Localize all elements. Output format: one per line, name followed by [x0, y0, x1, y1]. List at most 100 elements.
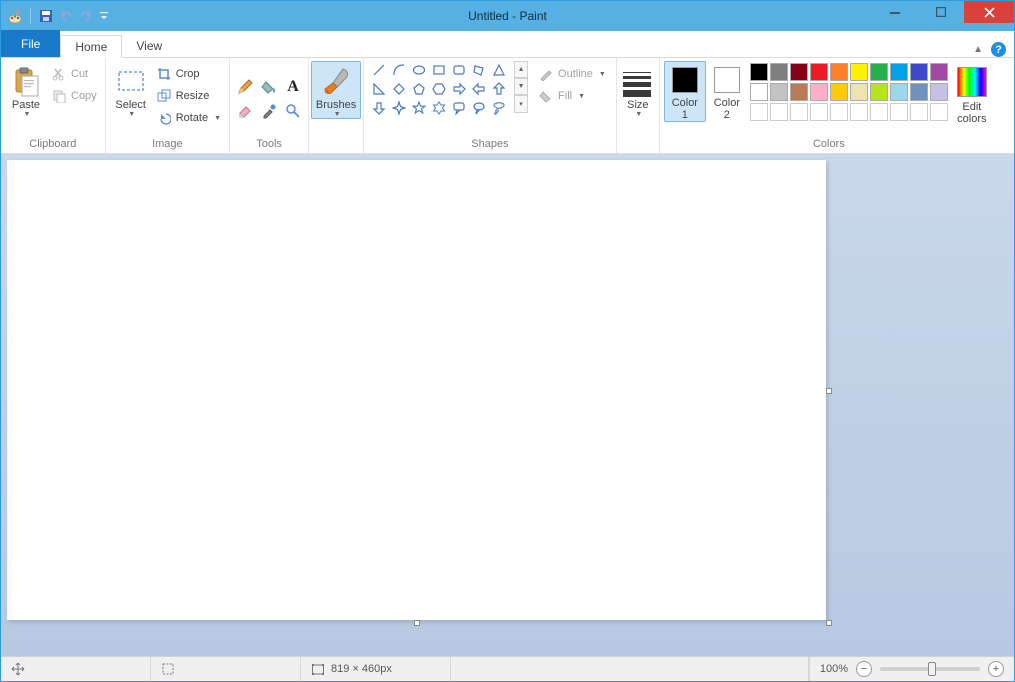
resize-button[interactable]: Resize [152, 85, 225, 107]
shape-down-arrow[interactable] [372, 101, 388, 117]
palette-swatch-14[interactable] [830, 83, 848, 101]
palette-swatch-26[interactable] [870, 103, 888, 121]
palette-swatch-27[interactable] [890, 103, 908, 121]
select-button[interactable]: Select ▼ [110, 61, 152, 119]
qat-customize[interactable] [98, 8, 110, 24]
shape-hexagon[interactable] [432, 82, 448, 98]
resize-handle-corner[interactable] [826, 620, 832, 626]
palette-swatch-10[interactable] [750, 83, 768, 101]
zoom-in-button[interactable]: + [988, 661, 1004, 677]
copy-button[interactable]: Copy [47, 85, 101, 107]
group-label: Tools [234, 136, 304, 153]
shape-cloud-callout[interactable] [492, 101, 508, 117]
zoom-out-button[interactable]: − [856, 661, 872, 677]
palette-swatch-19[interactable] [930, 83, 948, 101]
edit-colors-icon [957, 67, 987, 97]
color1-button[interactable]: Color 1 [664, 61, 706, 122]
undo-button[interactable] [58, 8, 74, 24]
resize-handle-bottom[interactable] [414, 620, 420, 626]
shape-fill-button[interactable]: Fill ▼ [534, 85, 610, 107]
palette-swatch-2[interactable] [790, 63, 808, 81]
palette-swatch-20[interactable] [750, 103, 768, 121]
shape-pentagon[interactable] [412, 82, 428, 98]
shape-outline-button[interactable]: Outline ▼ [534, 63, 610, 85]
edit-colors-button[interactable]: Edit colors [950, 61, 994, 126]
shape-rounded-callout[interactable] [452, 101, 468, 117]
color2-label: Color 2 [714, 97, 740, 121]
tab-view[interactable]: View [122, 34, 176, 57]
minimize-ribbon-button[interactable]: ▲ [973, 44, 983, 55]
color2-button[interactable]: Color 2 [706, 61, 748, 122]
minimize-button[interactable] [872, 1, 918, 23]
palette-swatch-24[interactable] [830, 103, 848, 121]
palette-swatch-16[interactable] [870, 83, 888, 101]
canvas[interactable] [7, 160, 826, 620]
palette-swatch-4[interactable] [830, 63, 848, 81]
palette-swatch-0[interactable] [750, 63, 768, 81]
save-button[interactable] [38, 8, 54, 24]
shapes-gallery[interactable] [368, 61, 512, 119]
shape-up-arrow[interactable] [492, 82, 508, 98]
palette-swatch-3[interactable] [810, 63, 828, 81]
shape-4star[interactable] [392, 101, 408, 117]
palette-swatch-17[interactable] [890, 83, 908, 101]
help-button[interactable]: ? [991, 42, 1006, 57]
palette-swatch-18[interactable] [910, 83, 928, 101]
palette-swatch-6[interactable] [870, 63, 888, 81]
palette-swatch-11[interactable] [770, 83, 788, 101]
shapes-scroll-up[interactable]: ▲ [514, 61, 528, 78]
palette-swatch-15[interactable] [850, 83, 868, 101]
palette-swatch-5[interactable] [850, 63, 868, 81]
palette-swatch-7[interactable] [890, 63, 908, 81]
shapes-scroll-down[interactable]: ▼ [514, 78, 528, 95]
shape-triangle[interactable] [492, 63, 508, 79]
tool-color-picker[interactable] [258, 100, 280, 122]
tool-magnifier[interactable] [282, 100, 304, 122]
palette-swatch-12[interactable] [790, 83, 808, 101]
crop-button[interactable]: Crop [152, 63, 225, 85]
tool-eraser[interactable] [234, 100, 256, 122]
shape-rectangle[interactable] [432, 63, 448, 79]
tab-home[interactable]: Home [60, 35, 122, 58]
palette-swatch-1[interactable] [770, 63, 788, 81]
size-button[interactable]: Size ▼ [619, 61, 657, 119]
redo-button[interactable] [78, 8, 94, 24]
shape-oval-callout[interactable] [472, 101, 488, 117]
resize-handle-right[interactable] [826, 388, 832, 394]
paste-button[interactable]: Paste ▼ [5, 61, 47, 119]
shape-right-triangle[interactable] [372, 82, 388, 98]
rotate-button[interactable]: Rotate ▼ [152, 107, 225, 129]
shape-line[interactable] [372, 63, 388, 79]
shape-5star[interactable] [412, 101, 428, 117]
shape-left-arrow[interactable] [472, 82, 488, 98]
palette-swatch-9[interactable] [930, 63, 948, 81]
canvas-area[interactable] [1, 154, 1014, 656]
close-button[interactable] [964, 1, 1014, 23]
palette-swatch-21[interactable] [770, 103, 788, 121]
tab-file[interactable]: File [1, 30, 60, 57]
brushes-button[interactable]: Brushes ▼ [311, 61, 361, 119]
shape-right-arrow[interactable] [452, 82, 468, 98]
shape-curve[interactable] [392, 63, 408, 79]
palette-swatch-23[interactable] [810, 103, 828, 121]
shape-polygon[interactable] [472, 63, 488, 79]
palette-swatch-22[interactable] [790, 103, 808, 121]
tool-fill[interactable] [258, 76, 280, 98]
tool-pencil[interactable] [234, 76, 256, 98]
shapes-expand[interactable]: ▾ [514, 95, 528, 113]
palette-swatch-8[interactable] [910, 63, 928, 81]
palette-swatch-28[interactable] [910, 103, 928, 121]
cut-button[interactable]: Cut [47, 63, 101, 85]
group-label: Colors [664, 136, 994, 153]
shape-6star[interactable] [432, 101, 448, 117]
palette-swatch-29[interactable] [930, 103, 948, 121]
shape-rounded-rectangle[interactable] [452, 63, 468, 79]
shape-oval[interactable] [412, 63, 428, 79]
zoom-slider[interactable] [880, 667, 980, 671]
palette-swatch-13[interactable] [810, 83, 828, 101]
zoom-slider-thumb[interactable] [928, 662, 936, 676]
maximize-button[interactable] [918, 1, 964, 23]
shape-diamond[interactable] [392, 82, 408, 98]
palette-swatch-25[interactable] [850, 103, 868, 121]
tool-text[interactable]: A [282, 76, 304, 98]
